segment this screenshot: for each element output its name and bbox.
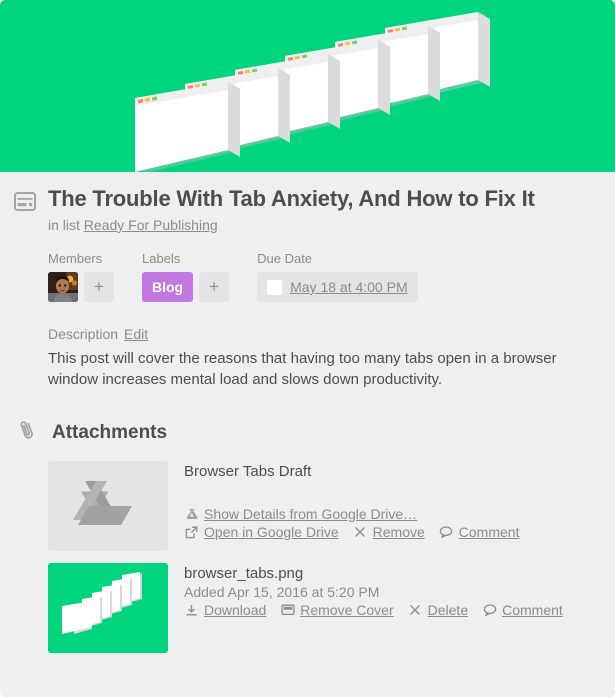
cover-window-icon	[280, 603, 295, 618]
attachment-actions-row: Download Remove Cover Delete Comment	[184, 602, 563, 618]
comment-attachment-label: Comment	[458, 524, 520, 540]
attachment-meta-drive: Browser Tabs Draft Show Details from Goo…	[168, 461, 519, 551]
list-name-link[interactable]: Ready For Publishing	[84, 217, 218, 233]
due-date-value: May 18 at 4:00 PM	[290, 279, 408, 295]
remove-cover-label: Remove Cover	[300, 602, 394, 618]
in-list-prefix: in list	[48, 217, 80, 233]
attachment-actions-row-2: Open in Google Drive Remove Comment	[184, 524, 519, 540]
due-date-row: May 18 at 4:00 PM	[257, 272, 418, 302]
members-label: Members	[48, 251, 103, 266]
add-member-button[interactable]: +	[84, 272, 114, 302]
delete-attachment-label: Delete	[427, 602, 469, 618]
due-date-group: Due Date May 18 at 4:00 PM	[257, 251, 418, 302]
attachment-thumbnail-png[interactable]	[48, 563, 168, 653]
download-attachment-action[interactable]: Download	[184, 602, 266, 618]
open-in-drive-label: Open in Google Drive	[204, 524, 339, 540]
close-x-icon	[353, 525, 368, 540]
remove-attachment-action[interactable]: Remove	[353, 524, 425, 540]
attachment-meta-png: browser_tabs.png Added Apr 15, 2016 at 5…	[168, 563, 563, 653]
card-cover-image[interactable]	[0, 0, 615, 172]
attachment-name[interactable]: Browser Tabs Draft	[184, 463, 519, 480]
show-details-drive-action[interactable]: Show Details from Google Drive…	[184, 506, 417, 522]
description-section: Description Edit This post will cover the…	[18, 326, 597, 390]
members-row: +	[48, 272, 114, 302]
comment-attachment-label: Comment	[502, 602, 563, 618]
member-avatar[interactable]	[48, 272, 78, 302]
attachments-header: Attachments	[16, 418, 597, 447]
card-detail-panel: The Trouble With Tab Anxiety, And How to…	[0, 0, 615, 697]
card-detail-body: The Trouble With Tab Anxiety, And How to…	[0, 172, 615, 653]
download-icon	[184, 603, 199, 618]
attachment-actions-row-1: Show Details from Google Drive…	[184, 506, 519, 522]
attachment-thumbnail-drive[interactable]	[48, 461, 168, 551]
card-title-row: The Trouble With Tab Anxiety, And How to…	[14, 172, 597, 233]
attachment-item-png: browser_tabs.png Added Apr 15, 2016 at 5…	[48, 563, 597, 653]
add-label-button[interactable]: +	[199, 272, 230, 302]
remove-attachment-label: Remove	[372, 524, 425, 540]
comment-icon	[482, 603, 497, 618]
comment-icon	[439, 525, 454, 540]
description-heading: Description	[48, 326, 119, 342]
page-title: The Trouble With Tab Anxiety, And How to…	[48, 186, 535, 211]
attachment-name[interactable]: browser_tabs.png	[184, 565, 563, 582]
comment-attachment-action[interactable]: Comment	[439, 524, 520, 540]
browser-windows-illustration	[135, 12, 490, 172]
external-link-icon	[184, 525, 199, 540]
delete-attachment-action[interactable]: Delete	[408, 602, 468, 618]
members-group: Members +	[48, 251, 114, 302]
labels-label: Labels	[142, 251, 181, 266]
card-badges: Members + Labels Blog + Due Date May 18 …	[18, 251, 597, 302]
google-drive-icon	[73, 481, 132, 525]
labels-row: Blog +	[142, 272, 230, 302]
remove-cover-action[interactable]: Remove Cover	[280, 602, 394, 618]
card-window-icon	[14, 192, 40, 216]
attachments-list: Browser Tabs Draft Show Details from Goo…	[18, 461, 597, 653]
comment-attachment-action[interactable]: Comment	[482, 602, 563, 618]
description-text[interactable]: This post will cover the reasons that ha…	[48, 348, 593, 390]
show-details-drive-label: Show Details from Google Drive…	[204, 506, 418, 522]
download-attachment-label: Download	[204, 602, 267, 618]
label-chip-blog[interactable]: Blog	[142, 272, 194, 302]
close-x-icon	[408, 603, 423, 618]
paperclip-icon	[16, 418, 44, 447]
labels-group: Labels Blog +	[142, 251, 230, 302]
due-date-label: Due Date	[257, 251, 313, 266]
google-drive-icon	[184, 507, 199, 522]
edit-description-button[interactable]: Edit	[124, 326, 148, 342]
attachment-item-drive: Browser Tabs Draft Show Details from Goo…	[48, 461, 597, 551]
breadcrumb: in list Ready For Publishing	[48, 217, 535, 233]
attachments-heading: Attachments	[52, 421, 168, 443]
due-date-checkbox[interactable]	[267, 279, 283, 295]
attachment-added-date: Added Apr 15, 2016 at 5:20 PM	[184, 584, 380, 600]
browser-tabs-thumbnail	[48, 563, 168, 653]
title-block: The Trouble With Tab Anxiety, And How to…	[40, 186, 535, 233]
description-header: Description Edit	[48, 326, 597, 342]
open-in-drive-action[interactable]: Open in Google Drive	[184, 524, 339, 540]
due-date-badge[interactable]: May 18 at 4:00 PM	[257, 272, 418, 302]
